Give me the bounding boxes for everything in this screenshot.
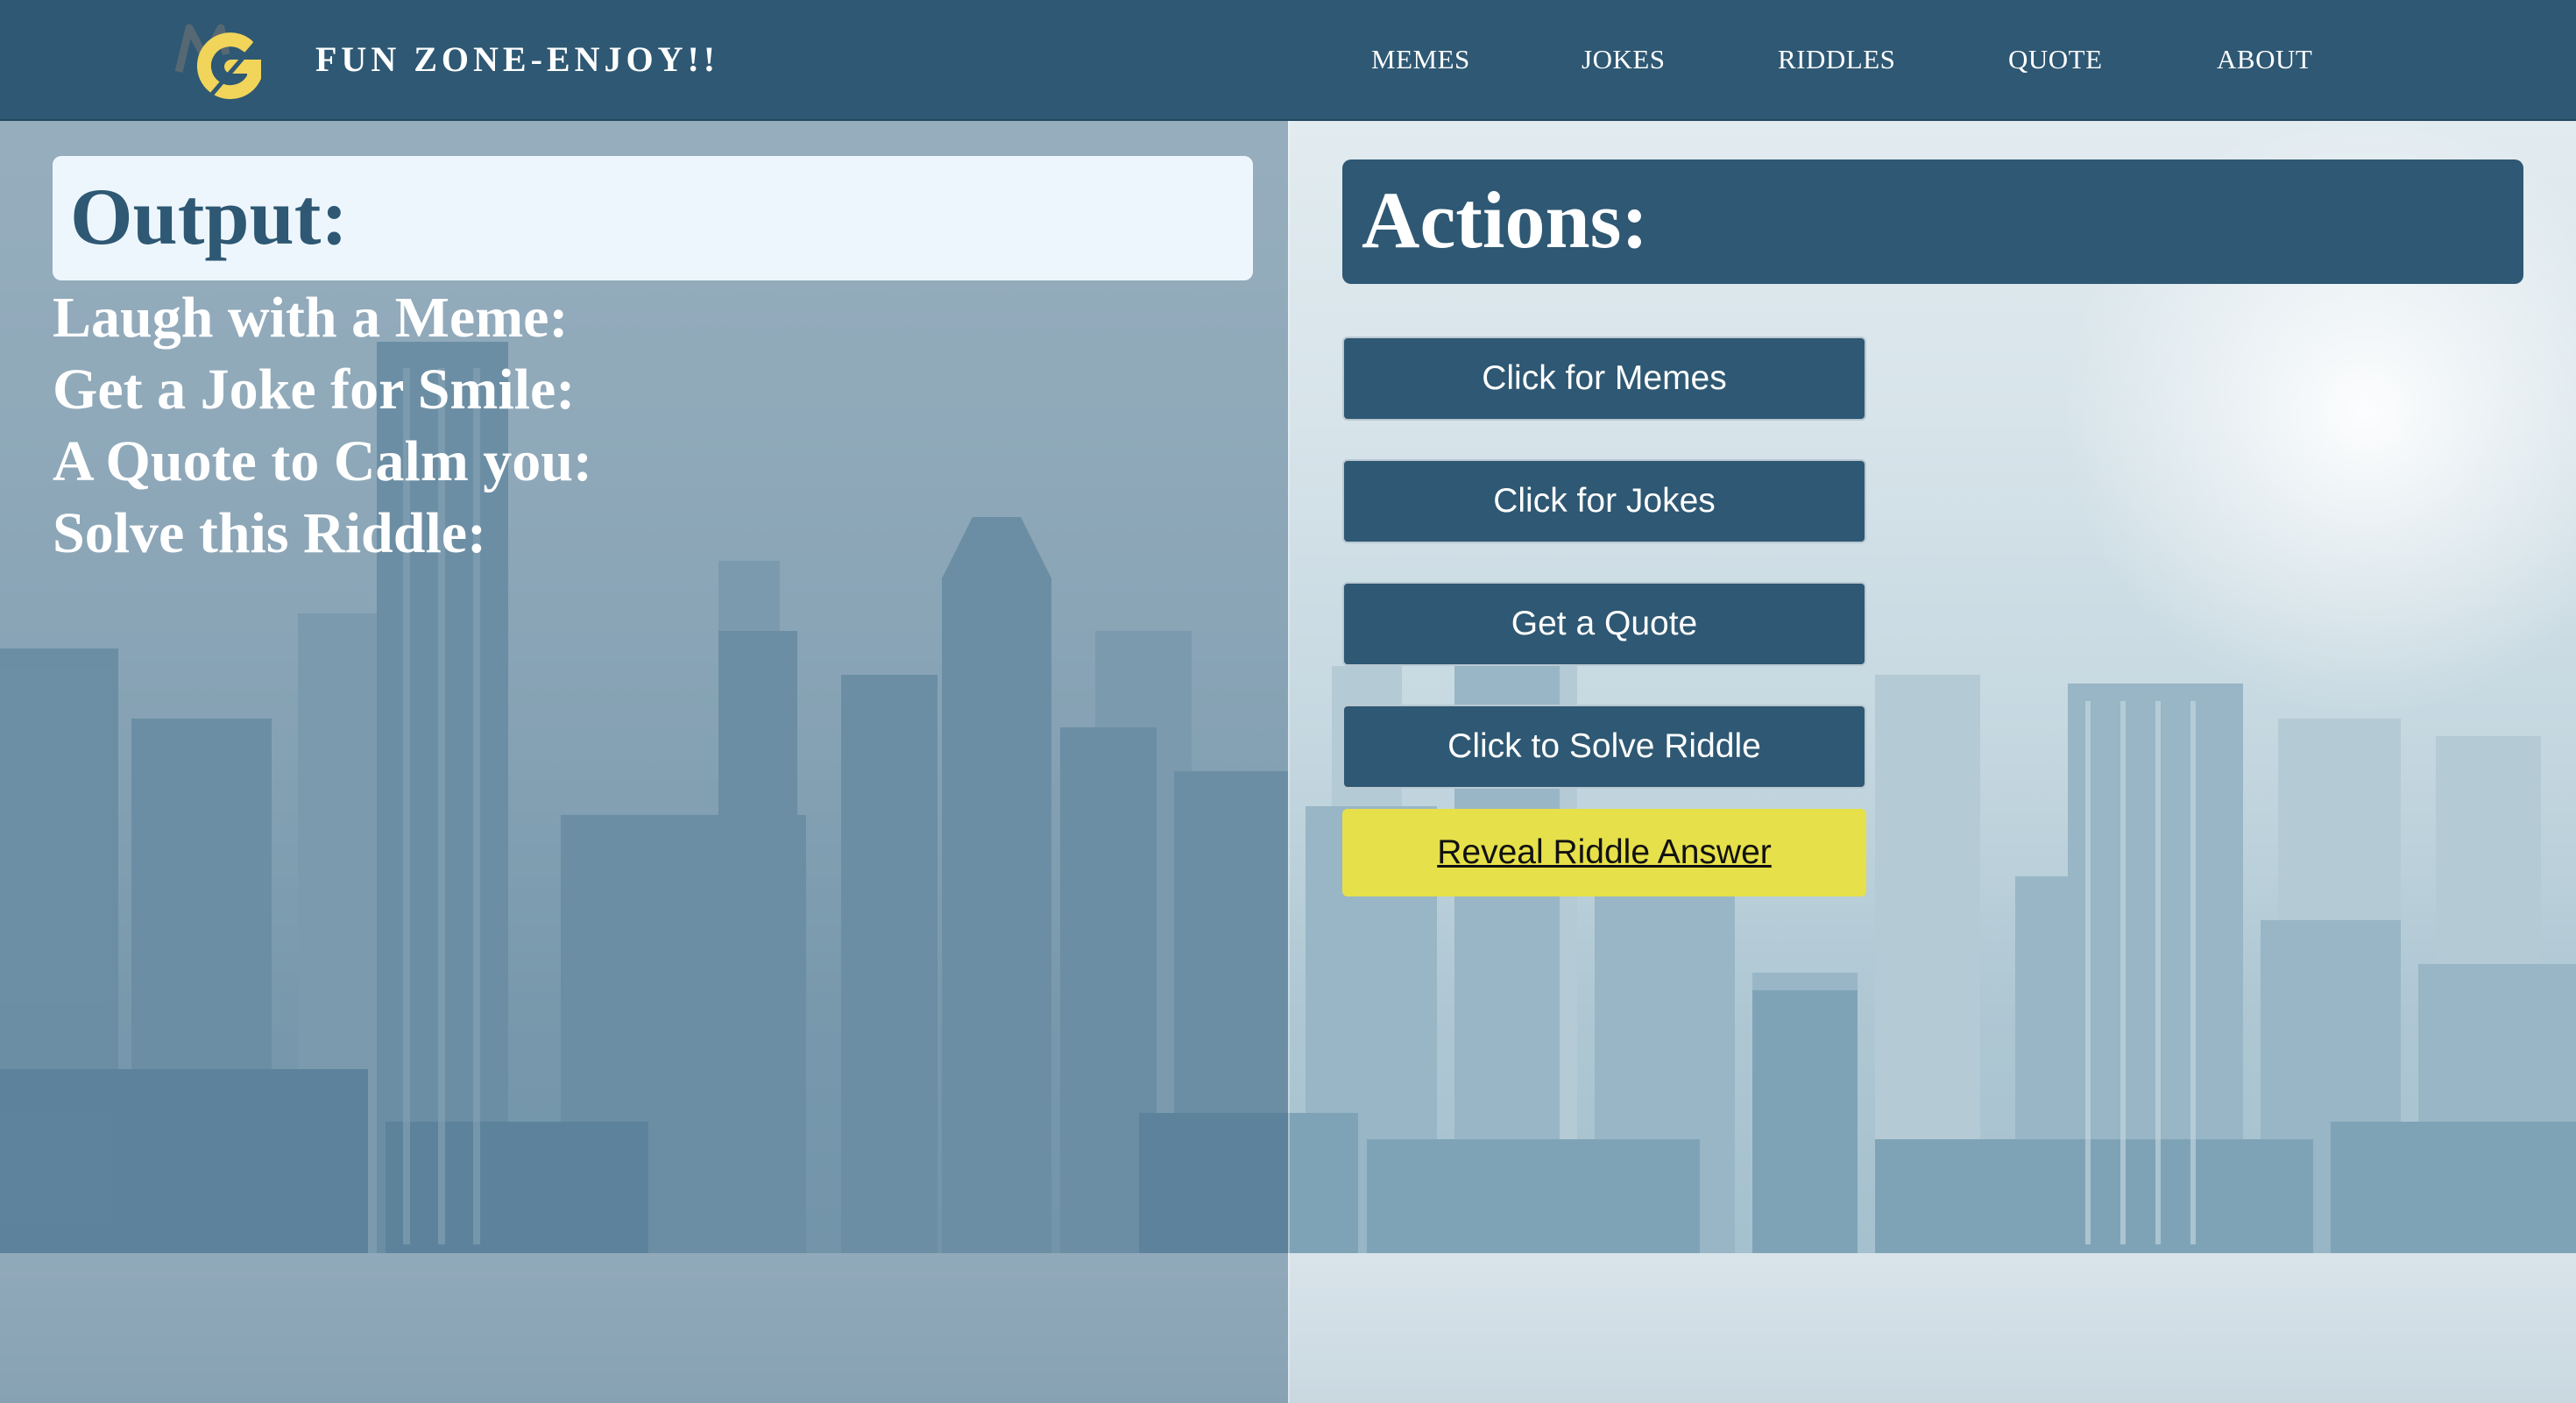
meme-output-label: Laugh with a Meme: bbox=[53, 286, 569, 350]
panel-divider bbox=[1288, 119, 1290, 1403]
output-header-box: Output: bbox=[53, 156, 1253, 280]
nav-about[interactable]: ABOUT bbox=[2217, 35, 2312, 84]
actions-header-box: Actions: bbox=[1342, 159, 2523, 284]
top-navbar: FUN ZONE-ENJOY!! MEMES JOKES RIDDLES QUO… bbox=[0, 0, 2576, 121]
solve-riddle-button[interactable]: Click to Solve Riddle bbox=[1342, 705, 1866, 789]
quote-output-label: A Quote to Calm you: bbox=[53, 429, 592, 493]
memes-button[interactable]: Click for Memes bbox=[1342, 337, 1866, 421]
nav-memes[interactable]: MEMES bbox=[1371, 35, 1470, 84]
site-title[interactable]: FUN ZONE-ENJOY!! bbox=[315, 35, 719, 84]
nav-quote[interactable]: QUOTE bbox=[2008, 35, 2103, 84]
output-title: Output: bbox=[70, 172, 348, 261]
mg-logo-icon[interactable] bbox=[173, 23, 277, 103]
nav-jokes[interactable]: JOKES bbox=[1582, 35, 1666, 84]
quote-button[interactable]: Get a Quote bbox=[1342, 582, 1866, 666]
riddle-output-label: Solve this Riddle: bbox=[53, 501, 487, 565]
nav-riddles[interactable]: RIDDLES bbox=[1778, 35, 1895, 84]
reveal-riddle-answer-button[interactable]: Reveal Riddle Answer bbox=[1342, 809, 1866, 896]
actions-title: Actions: bbox=[1362, 175, 1649, 265]
jokes-button[interactable]: Click for Jokes bbox=[1342, 459, 1866, 543]
joke-output-label: Get a Joke for Smile: bbox=[53, 358, 576, 422]
